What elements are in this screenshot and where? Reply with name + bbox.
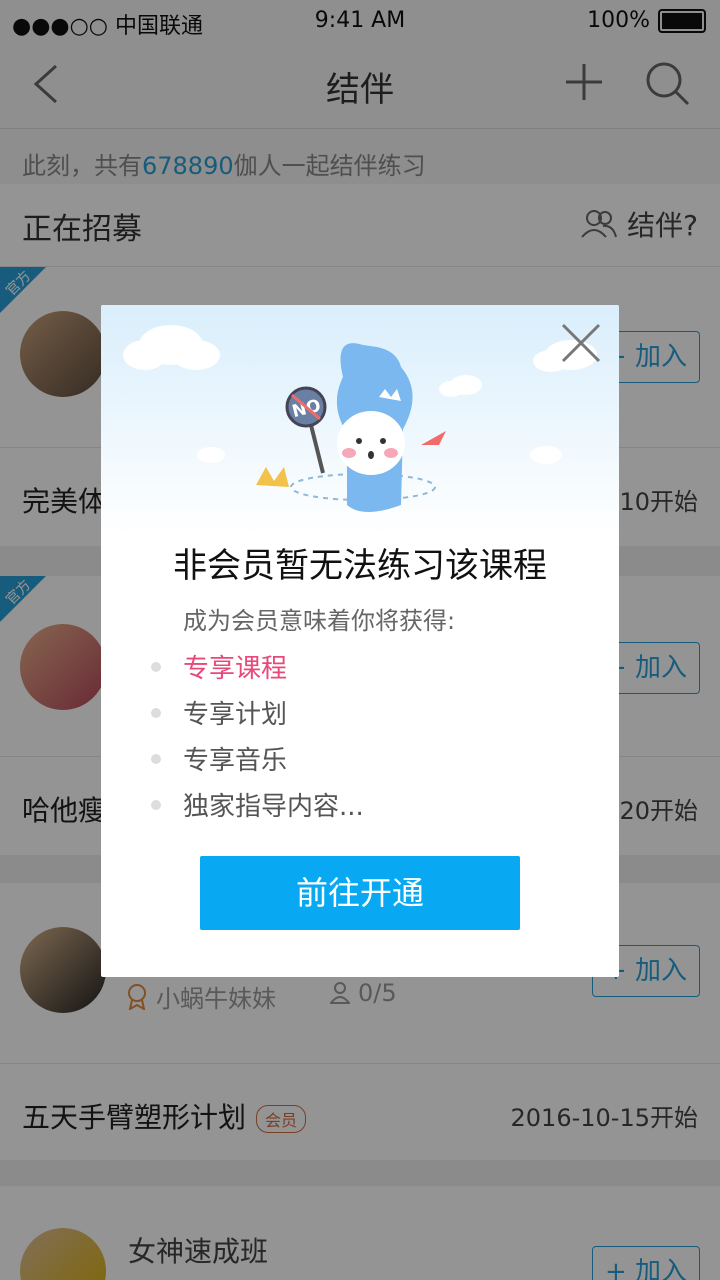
benefit-item: 专享计划 xyxy=(151,694,287,731)
bullet-dot xyxy=(151,753,161,764)
bullet-dot xyxy=(151,707,161,718)
dialog-illustration: NO xyxy=(101,305,619,535)
benefit-label: 专享计划 xyxy=(183,700,288,730)
benefit-item: 独家指导内容... xyxy=(151,786,364,823)
bullet-dot xyxy=(151,661,161,672)
benefit-label: 专享课程 xyxy=(183,654,288,684)
bullet-dot xyxy=(151,799,161,810)
benefit-item: 专享课程 xyxy=(151,648,287,685)
mascot-illustration: NO xyxy=(123,325,597,512)
benefit-item: 专享音乐 xyxy=(151,740,287,777)
benefit-label: 独家指导内容... xyxy=(183,792,364,822)
membership-dialog: NO 非会员暂无法练习该课程 成为会员意味着你将获得: 专享课程 专享计划 专享… xyxy=(101,305,619,977)
activate-membership-button[interactable]: 前往开通 xyxy=(200,856,520,930)
close-icon[interactable] xyxy=(561,323,601,363)
dialog-subtitle: 成为会员意味着你将获得: xyxy=(183,607,456,635)
dialog-title: 非会员暂无法练习该课程 xyxy=(173,546,547,586)
benefit-label: 专享音乐 xyxy=(183,746,288,776)
